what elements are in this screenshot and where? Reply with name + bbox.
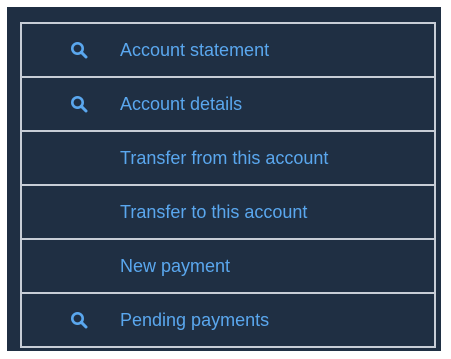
menu-item-new-payment[interactable]: New payment <box>22 238 434 292</box>
menu-item-account-statement[interactable]: Account statement <box>22 24 434 76</box>
search-icon <box>22 24 120 76</box>
icon-placeholder <box>22 186 120 238</box>
account-actions-menu: Account statement Account details Transf… <box>20 22 436 348</box>
menu-item-label: Pending payments <box>120 309 270 330</box>
icon-placeholder <box>22 132 120 184</box>
menu-item-label: Transfer from this account <box>120 147 329 168</box>
menu-item-label: Account statement <box>120 39 270 60</box>
menu-item-label: Account details <box>120 93 243 114</box>
search-icon <box>22 294 120 346</box>
menu-item-pending-payments[interactable]: Pending payments <box>22 292 434 346</box>
menu-item-label: Transfer to this account <box>120 201 308 222</box>
menu-item-transfer-to[interactable]: Transfer to this account <box>22 184 434 238</box>
menu-item-account-details[interactable]: Account details <box>22 76 434 130</box>
menu-item-label: New payment <box>120 255 231 276</box>
menu-item-transfer-from[interactable]: Transfer from this account <box>22 130 434 184</box>
icon-placeholder <box>22 240 120 292</box>
search-icon <box>22 78 120 130</box>
